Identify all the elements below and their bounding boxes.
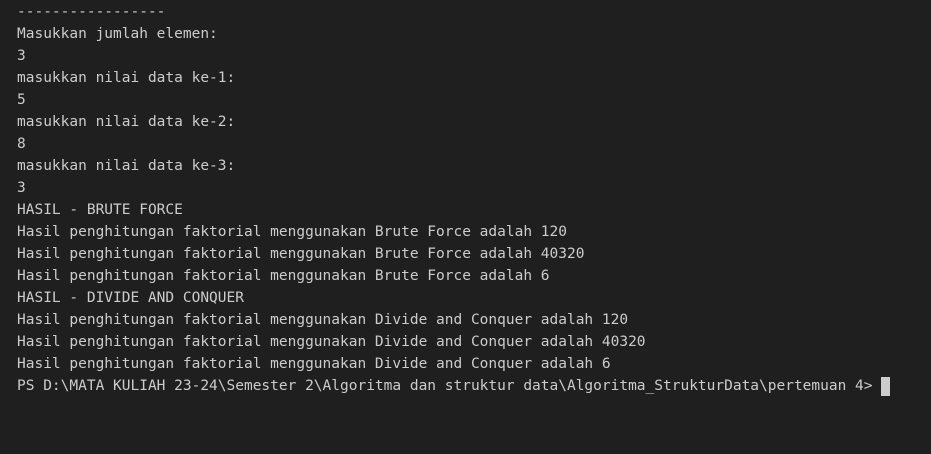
output-line: Hasil penghitungan faktorial menggunakan… [17, 334, 646, 350]
text-cursor [880, 376, 890, 396]
shell-prompt: PS D:\MATA KULIAH 23-24\Semester 2\Algor… [17, 378, 873, 394]
output-line: HASIL - BRUTE FORCE [17, 202, 183, 218]
output-line: 8 [17, 136, 26, 152]
separator-line: ----------------- [17, 4, 166, 20]
output-line: Hasil penghitungan faktorial menggunakan… [17, 224, 567, 240]
output-line: Hasil penghitungan faktorial menggunakan… [17, 268, 550, 284]
output-line: Masukkan jumlah elemen: [17, 26, 218, 42]
prompt-line[interactable]: PS D:\MATA KULIAH 23-24\Semester 2\Algor… [17, 375, 931, 397]
output-line: 3 [17, 48, 26, 64]
output-line: 3 [17, 180, 26, 196]
output-line: Hasil penghitungan faktorial menggunakan… [17, 312, 629, 328]
output-line: masukkan nilai data ke-2: [17, 114, 236, 130]
output-line: masukkan nilai data ke-3: [17, 158, 236, 174]
output-line: Hasil penghitungan faktorial menggunakan… [17, 356, 611, 372]
terminal-output[interactable]: ----------------- Masukkan jumlah elemen… [0, 0, 931, 454]
output-line: 5 [17, 92, 26, 108]
output-line: HASIL - DIVIDE AND CONQUER [17, 290, 244, 306]
output-line: Hasil penghitungan faktorial menggunakan… [17, 246, 585, 262]
output-line: masukkan nilai data ke-1: [17, 70, 236, 86]
